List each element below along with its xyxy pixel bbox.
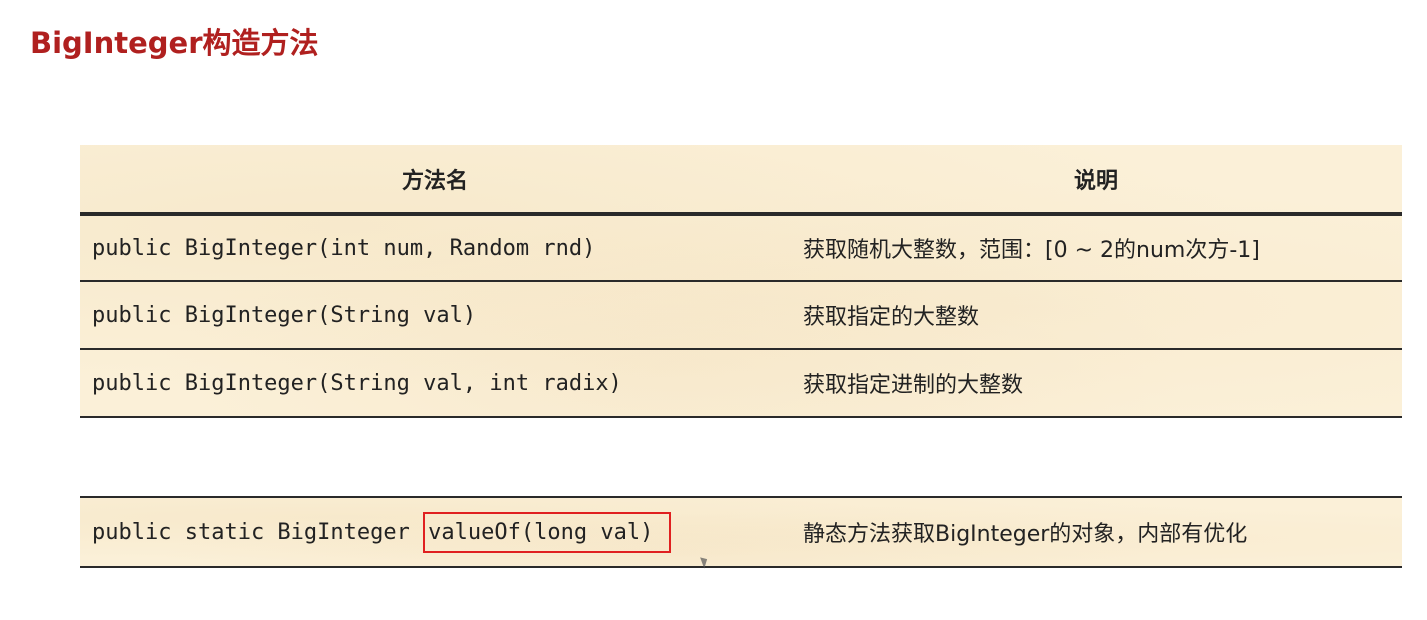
highlighted-method: valueOf(long val) [423, 511, 672, 553]
header-description: 说明 [1073, 168, 1118, 194]
method-description: 获取随机大整数，范围：[0 ~ 2的num次方-1] [803, 238, 1260, 263]
table-header-row: 方法名 说明 [80, 145, 1402, 214]
table-row: public static BigInteger valueOf(long va… [80, 496, 1402, 568]
method-signature: public BigInteger(String val, int radix) [92, 370, 622, 396]
method-description: 静态方法获取BigInteger的对象，内部有优化 [803, 522, 1248, 547]
method-signature: public BigInteger(String val) [92, 302, 477, 328]
constructor-table: 方法名 说明 public BigInteger(int num, Random… [80, 145, 1402, 418]
header-method-name: 方法名 [401, 168, 468, 194]
table-row: public BigInteger(String val, int radix)… [80, 350, 1402, 418]
method-signature: public static BigInteger valueOf(long va… [92, 498, 672, 566]
page-title: BigInteger构造方法 [30, 26, 319, 60]
method-prefix: public static BigInteger [92, 519, 424, 545]
table-row: public BigInteger(String val) 获取指定的大整数 [80, 282, 1402, 350]
method-description: 获取指定进制的大整数 [803, 373, 1024, 398]
table-row: public BigInteger(int num, Random rnd) 获… [80, 214, 1402, 282]
valueof-table: public static BigInteger valueOf(long va… [80, 496, 1402, 568]
method-description: 获取指定的大整数 [803, 305, 980, 330]
method-signature: public BigInteger(int num, Random rnd) [92, 235, 596, 261]
